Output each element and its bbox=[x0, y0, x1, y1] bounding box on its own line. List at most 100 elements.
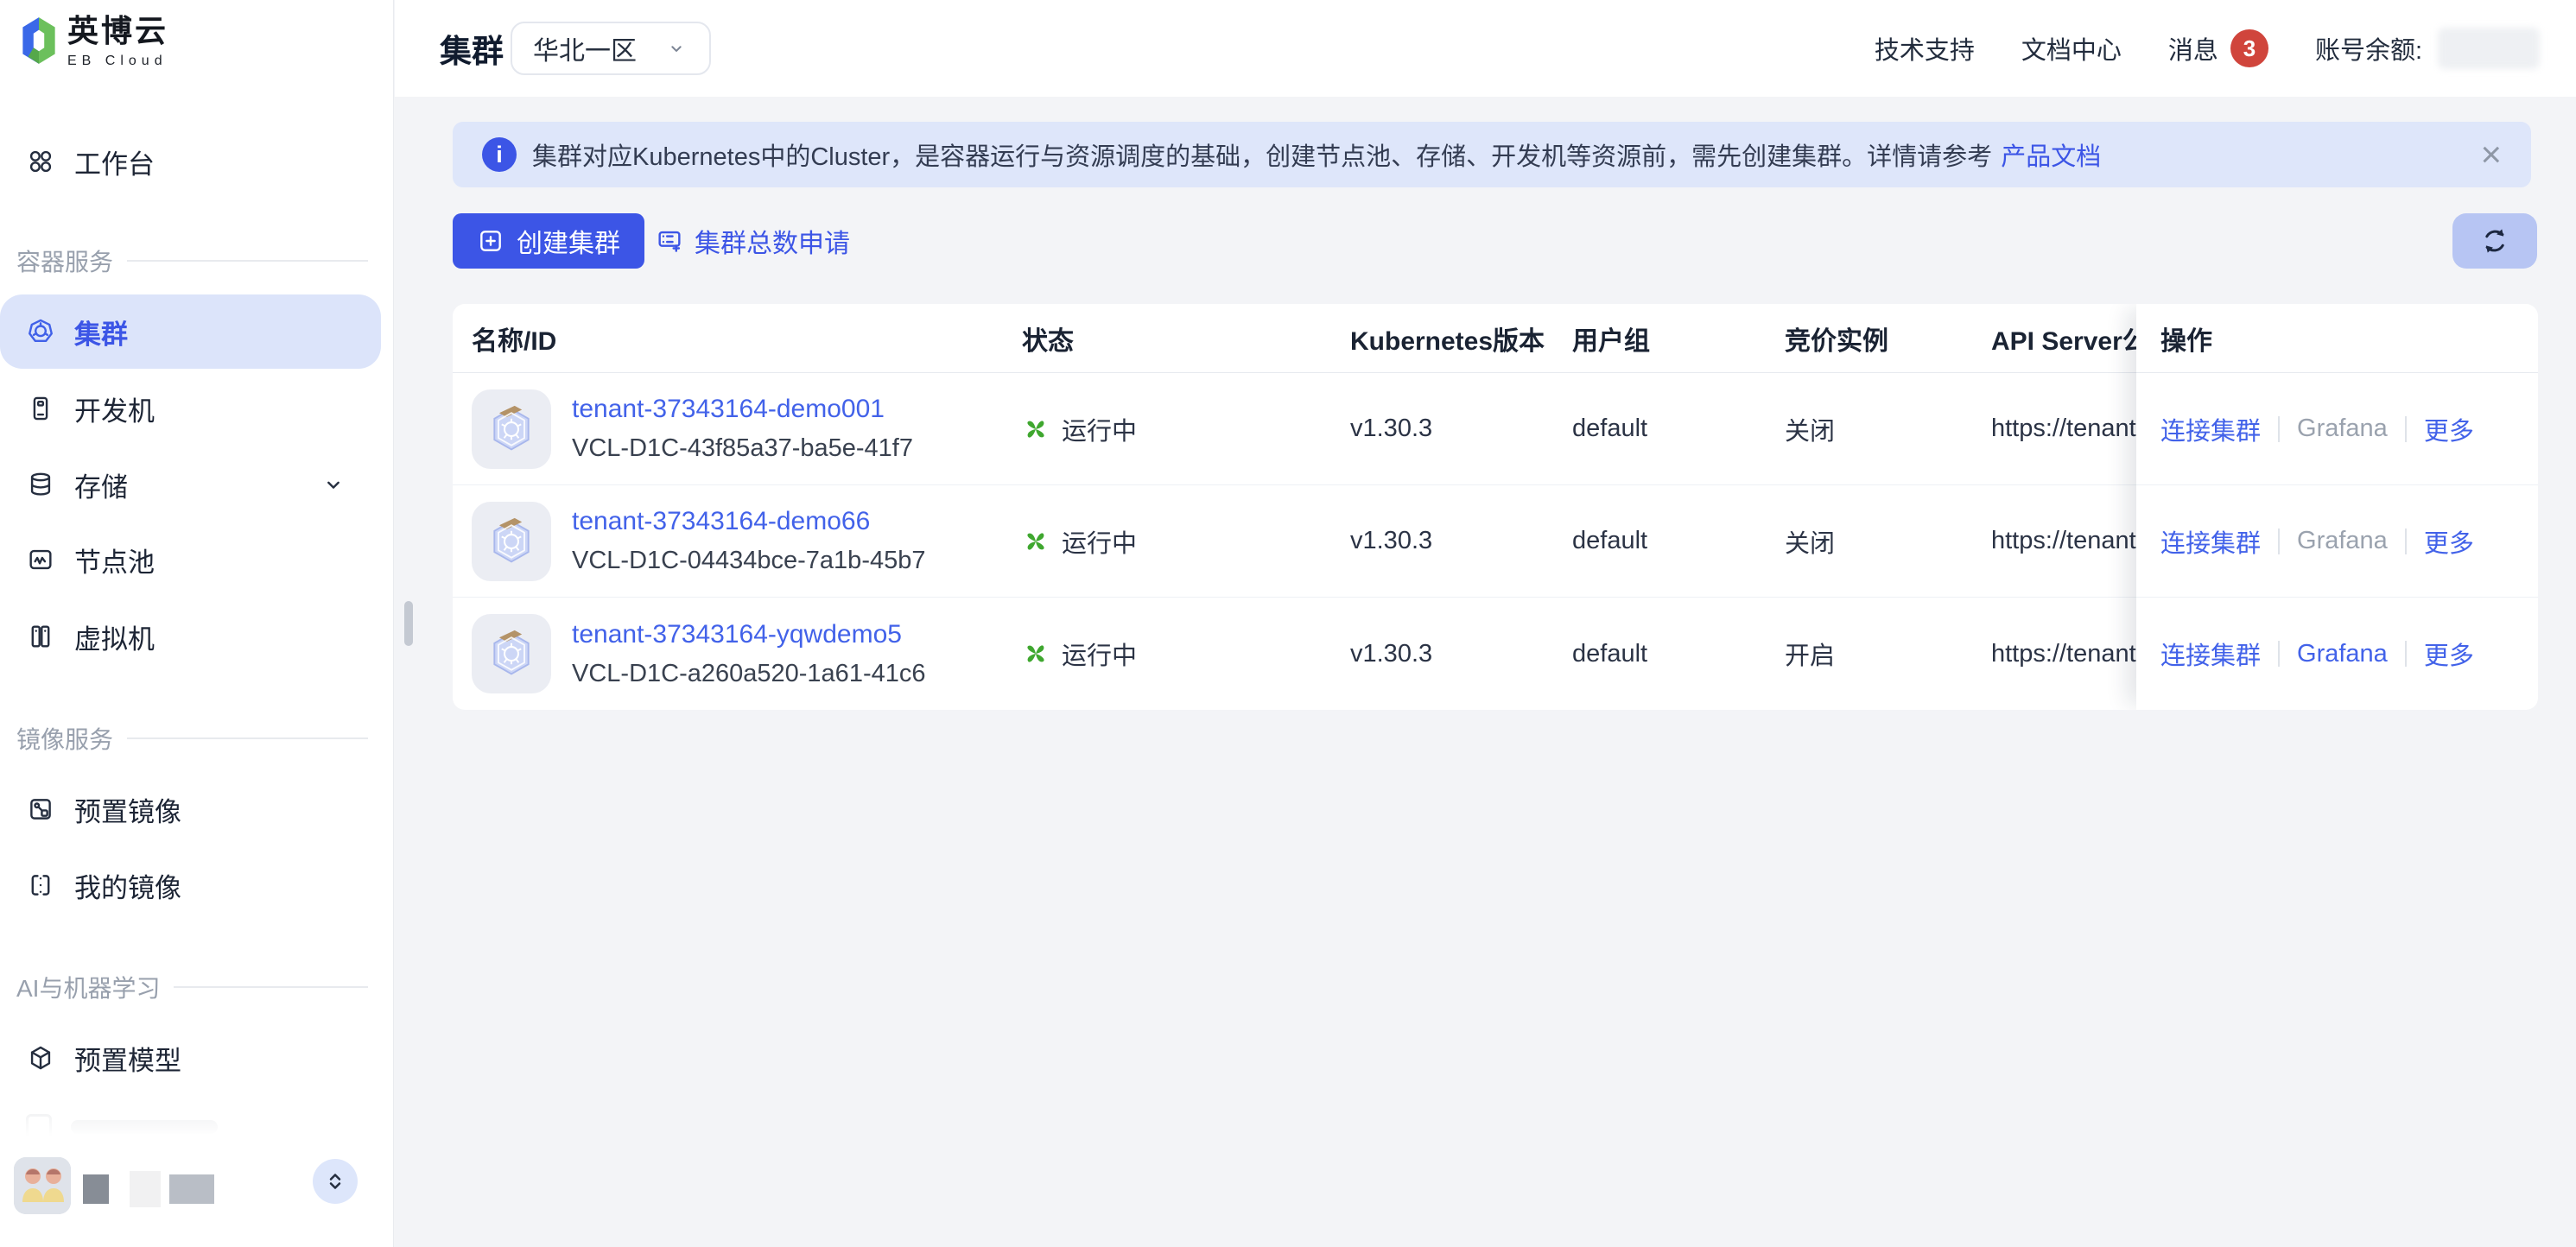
actions-cell: 连接集群 Grafana 更多 bbox=[2136, 598, 2538, 710]
actions-cell: 连接集群 Grafana 更多 bbox=[2136, 485, 2538, 598]
balance-label: 账号余额: bbox=[2315, 30, 2422, 66]
sidebar-scrollbar-thumb[interactable] bbox=[404, 601, 413, 646]
sidebar-item-label: 预置镜像 bbox=[74, 790, 181, 829]
region-selector[interactable]: 华北一区 bbox=[511, 22, 711, 75]
action-divider bbox=[2278, 641, 2280, 667]
account-balance: 账号余额: bbox=[2315, 28, 2540, 69]
database-icon bbox=[26, 470, 55, 499]
running-pinwheel-icon bbox=[1022, 415, 1050, 443]
sidebar-section-container: 镜像服务 bbox=[16, 718, 368, 759]
username-redacted-block bbox=[130, 1171, 161, 1207]
avatar[interactable] bbox=[14, 1157, 71, 1214]
sidebar-item-label: 虚拟机 bbox=[74, 617, 155, 656]
status-cell: 运行中 bbox=[1022, 411, 1350, 447]
section-divider bbox=[174, 986, 368, 988]
sidebar-item-vm[interactable]: 虚拟机 bbox=[0, 605, 381, 668]
info-icon: i bbox=[482, 137, 517, 172]
virtual-machine-icon bbox=[26, 622, 55, 651]
my-image-icon bbox=[26, 870, 55, 900]
banner-product-docs-link[interactable]: 产品文档 bbox=[2001, 136, 2101, 173]
sidebar-item-cluster[interactable]: 集群 bbox=[0, 294, 381, 369]
refresh-button[interactable] bbox=[2452, 213, 2537, 269]
chevron-down-icon bbox=[319, 470, 348, 499]
sidebar-item-my-images[interactable]: 我的镜像 bbox=[0, 853, 381, 917]
sidebar-item-label: 存储 bbox=[74, 465, 128, 504]
docs-link[interactable]: 文档中心 bbox=[2021, 30, 2122, 66]
sidebar-section-container: AI与机器学习 bbox=[16, 966, 368, 1008]
k8s-version: v1.30.3 bbox=[1350, 640, 1572, 668]
section-label: 镜像服务 bbox=[16, 721, 113, 756]
sidebar-item-storage[interactable]: 存储 bbox=[0, 453, 381, 516]
cluster-quota-request-label: 集群总数申请 bbox=[695, 222, 850, 260]
running-pinwheel-icon bbox=[1022, 528, 1050, 555]
chevron-up-down-icon bbox=[322, 1168, 348, 1194]
action-divider bbox=[2405, 416, 2407, 442]
chevron-down-icon bbox=[664, 36, 688, 60]
brand-subtitle: EB Cloud bbox=[67, 54, 168, 69]
node-pool-icon bbox=[26, 545, 55, 574]
topbar: 集群 华北一区 技术支持 文档中心 消息 3 账号余额: bbox=[395, 0, 2576, 97]
connect-cluster-link[interactable]: 连接集群 bbox=[2160, 411, 2261, 447]
app-window: 集群 华北一区 技术支持 文档中心 消息 3 账号余额: bbox=[0, 0, 2576, 1247]
cluster-name-link[interactable]: tenant-37343164-demo001 bbox=[572, 395, 913, 424]
cluster-name-link[interactable]: tenant-37343164-yqwdemo5 bbox=[572, 620, 925, 649]
spot-instance-state: 关闭 bbox=[1785, 411, 1991, 447]
sidebar-item-devmachine[interactable]: 开发机 bbox=[0, 377, 381, 440]
cluster-name-cell: tenant-37343164-yqwdemo5 VCL-D1C-a260a52… bbox=[472, 614, 1022, 693]
refresh-icon bbox=[2478, 225, 2511, 257]
sidebar-item-label: 开发机 bbox=[74, 389, 155, 428]
sidebar-item-label: 工作台 bbox=[74, 142, 155, 181]
create-cluster-button[interactable]: 创建集群 bbox=[453, 213, 644, 269]
cluster-id: VCL-D1C-43f85a37-ba5e-41f7 bbox=[572, 434, 913, 463]
k8s-version: v1.30.3 bbox=[1350, 415, 1572, 443]
cluster-name-link[interactable]: tenant-37343164-demo66 bbox=[572, 507, 925, 536]
status-text: 运行中 bbox=[1062, 411, 1137, 447]
sidebar-item-workbench[interactable]: 工作台 bbox=[0, 130, 381, 193]
preset-image-icon bbox=[26, 794, 55, 824]
account-switcher-button[interactable] bbox=[313, 1159, 358, 1204]
dev-machine-icon bbox=[26, 394, 55, 423]
more-actions-link[interactable]: 更多 bbox=[2424, 636, 2474, 672]
connect-cluster-link[interactable]: 连接集群 bbox=[2160, 636, 2261, 672]
cluster-hexagon-icon bbox=[472, 502, 551, 581]
server-plus-icon bbox=[655, 226, 684, 256]
username-redacted-block bbox=[83, 1174, 109, 1204]
section-divider bbox=[127, 737, 368, 739]
messages-link[interactable]: 消息 3 bbox=[2168, 29, 2268, 67]
sidebar-item-nodepool[interactable]: 节点池 bbox=[0, 528, 381, 592]
grafana-link[interactable]: Grafana bbox=[2297, 640, 2388, 668]
actions-cell: 连接集群 Grafana 更多 bbox=[2136, 373, 2538, 485]
logo-icon bbox=[21, 16, 57, 66]
username-redacted-block bbox=[169, 1174, 214, 1204]
topbar-right: 技术支持 文档中心 消息 3 账号余额: bbox=[1875, 0, 2540, 97]
action-divider bbox=[2405, 641, 2407, 667]
cluster-id: VCL-D1C-04434bce-7a1b-45b7 bbox=[572, 547, 925, 575]
avatar-image bbox=[14, 1157, 71, 1214]
k8s-version: v1.30.3 bbox=[1350, 527, 1572, 555]
grafana-link[interactable]: Grafana bbox=[2297, 527, 2388, 555]
col-header-spot-instance: 竞价实例 bbox=[1785, 320, 1991, 358]
col-header-actions: 操作 bbox=[2136, 304, 2538, 373]
banner-close-icon[interactable]: × bbox=[2480, 136, 2502, 173]
sidebar-item-label: 预置模型 bbox=[74, 1039, 181, 1078]
sidebar: 英博云 EB Cloud 工作台 容器服务 集群 开发机 存储 节点池 bbox=[0, 0, 394, 1247]
cluster-name-cell: tenant-37343164-demo001 VCL-D1C-43f85a37… bbox=[472, 389, 1022, 469]
cluster-quota-request-link[interactable]: 集群总数申请 bbox=[655, 213, 850, 269]
cluster-table: 名称/ID 状态 Kubernetes版本 用户组 竞价实例 API Serve… bbox=[453, 304, 2538, 710]
brand-logo: 英博云 EB Cloud bbox=[21, 16, 168, 69]
connect-cluster-link[interactable]: 连接集群 bbox=[2160, 523, 2261, 560]
sidebar-bottom-fade bbox=[0, 1078, 393, 1155]
create-cluster-label: 创建集群 bbox=[517, 222, 620, 260]
more-actions-link[interactable]: 更多 bbox=[2424, 411, 2474, 447]
user-group: default bbox=[1572, 415, 1785, 443]
sidebar-item-preset-images[interactable]: 预置镜像 bbox=[0, 777, 381, 841]
more-actions-link[interactable]: 更多 bbox=[2424, 523, 2474, 560]
banner-text: 集群对应Kubernetes中的Cluster，是容器运行与资源调度的基础，创建… bbox=[532, 136, 1992, 173]
section-divider bbox=[127, 260, 368, 262]
status-cell: 运行中 bbox=[1022, 636, 1350, 672]
section-label: AI与机器学习 bbox=[16, 970, 160, 1004]
running-pinwheel-icon bbox=[1022, 640, 1050, 668]
grafana-link[interactable]: Grafana bbox=[2297, 415, 2388, 443]
support-link[interactable]: 技术支持 bbox=[1875, 30, 1975, 66]
section-label: 容器服务 bbox=[16, 244, 113, 278]
